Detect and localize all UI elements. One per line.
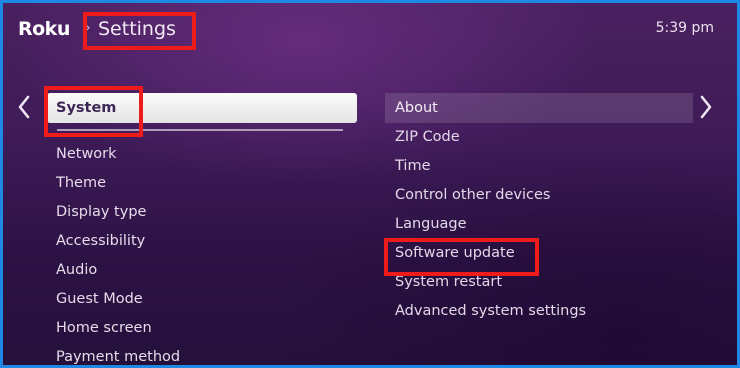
- annotation-box-software-update: [384, 238, 539, 276]
- menu-item-accessibility[interactable]: Accessibility: [47, 227, 357, 256]
- chevron-right-icon[interactable]: [698, 93, 714, 121]
- submenu-item-about[interactable]: About: [385, 93, 693, 123]
- roku-settings-screen: Roku › Settings 5:39 pm System Network T…: [3, 3, 737, 365]
- chevron-left-icon[interactable]: [16, 93, 32, 121]
- menu-item-home-screen[interactable]: Home screen: [47, 314, 357, 343]
- annotation-box-settings: [83, 12, 196, 50]
- menu-item-payment-method[interactable]: Payment method: [47, 343, 357, 365]
- system-submenu-list: About ZIP Code Time Control other device…: [385, 93, 693, 326]
- submenu-item-advanced-system-settings[interactable]: Advanced system settings: [385, 297, 693, 326]
- menu-item-guest-mode[interactable]: Guest Mode: [47, 285, 357, 314]
- clock: 5:39 pm: [655, 20, 714, 36]
- menu-item-audio[interactable]: Audio: [47, 256, 357, 285]
- annotation-box-system: [44, 86, 143, 137]
- roku-logo: Roku: [18, 18, 70, 40]
- menu-item-display-type[interactable]: Display type: [47, 198, 357, 227]
- submenu-item-time[interactable]: Time: [385, 152, 693, 181]
- submenu-item-control-other-devices[interactable]: Control other devices: [385, 181, 693, 210]
- menu-item-theme[interactable]: Theme: [47, 169, 357, 198]
- submenu-item-zip-code[interactable]: ZIP Code: [385, 123, 693, 152]
- menu-item-network[interactable]: Network: [47, 140, 357, 169]
- submenu-item-language[interactable]: Language: [385, 210, 693, 239]
